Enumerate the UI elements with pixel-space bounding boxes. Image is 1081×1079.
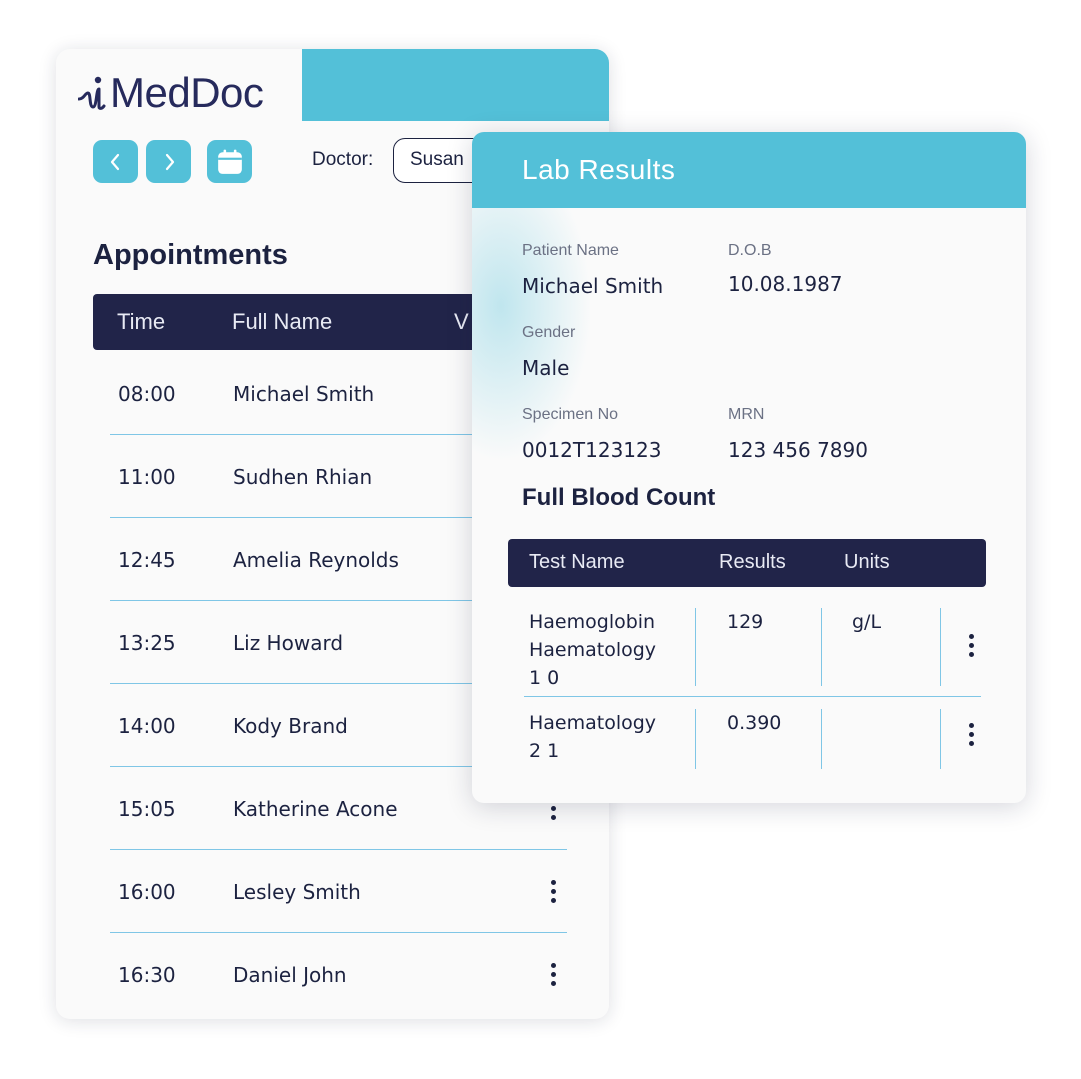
specimen-value: 0012T123123 — [522, 438, 662, 462]
appointment-name: Katherine Acone — [233, 797, 398, 821]
test-name: Haemoglobin Haematology 1 0 — [529, 608, 694, 692]
appointment-name: Kody Brand — [233, 714, 348, 738]
cell-divider — [695, 709, 696, 769]
table-row[interactable]: 16:00 Lesley Smith — [110, 850, 567, 933]
appointment-name: Michael Smith — [233, 382, 375, 406]
table-row[interactable]: 16:30 Daniel John — [110, 933, 567, 1016]
cell-divider — [940, 709, 941, 769]
test-name: Haematology 2 1 — [529, 709, 694, 765]
appointment-time: 16:30 — [118, 963, 176, 987]
row-menu-icon[interactable] — [544, 874, 562, 908]
appointment-time: 15:05 — [118, 797, 176, 821]
chevron-left-icon — [110, 153, 119, 170]
row-menu-icon[interactable] — [544, 957, 562, 991]
appointment-time: 14:00 — [118, 714, 176, 738]
cell-divider — [821, 608, 822, 686]
calendar-icon — [217, 149, 242, 174]
appointment-time: 16:00 — [118, 880, 176, 904]
test-name-line: Haematology — [529, 639, 657, 661]
test-name-line: Haematology — [529, 712, 657, 734]
column-header-visit: V — [454, 309, 469, 334]
appointment-name: Daniel John — [233, 963, 347, 987]
mrn-value: 123 456 7890 — [728, 438, 868, 462]
lab-table-row[interactable]: Haematology 2 1 0.390 — [508, 709, 986, 771]
column-header-test-name: Test Name — [529, 551, 625, 573]
patient-name-label: Patient Name — [522, 242, 619, 259]
header-band — [302, 49, 609, 121]
logo-text: MedDoc — [110, 69, 264, 116]
heartbeat-i-icon — [78, 76, 106, 110]
specimen-label: Specimen No — [522, 406, 619, 423]
appointment-time: 11:00 — [118, 465, 176, 489]
row-menu-icon[interactable] — [962, 628, 980, 662]
test-name-line: 2 1 — [529, 740, 560, 762]
gender-value: Male — [522, 356, 570, 380]
appointment-time: 13:25 — [118, 631, 176, 655]
lab-results-header: Lab Results — [472, 132, 1026, 208]
lab-results-title: Lab Results — [522, 154, 676, 185]
logo: MedDoc — [78, 63, 264, 123]
previous-day-button[interactable] — [93, 140, 138, 183]
dob-label: D.O.B — [728, 242, 772, 259]
doctor-label: Doctor: — [312, 149, 374, 170]
cell-divider — [821, 709, 822, 769]
appointment-time: 08:00 — [118, 382, 176, 406]
appointment-name: Amelia Reynolds — [233, 548, 399, 572]
column-header-full-name: Full Name — [232, 309, 333, 334]
appointment-name: Sudhen Rhian — [233, 465, 373, 489]
lab-table-row[interactable]: Haemoglobin Haematology 1 0 129 g/L — [508, 608, 986, 689]
test-result: 129 — [727, 611, 764, 633]
dob-value: 10.08.1987 — [728, 272, 843, 296]
row-divider — [524, 696, 981, 697]
patient-name-value: Michael Smith — [522, 274, 664, 298]
test-name-line: Haemoglobin — [529, 611, 656, 633]
mrn-label: MRN — [728, 406, 765, 423]
calendar-button[interactable] — [207, 140, 252, 183]
column-header-units: Units — [844, 551, 890, 573]
appointments-title: Appointments — [93, 239, 288, 271]
next-day-button[interactable] — [146, 140, 191, 183]
column-header-results: Results — [719, 551, 786, 573]
test-name-line: 1 0 — [529, 667, 560, 689]
column-header-time: Time — [117, 309, 166, 334]
chevron-right-icon — [165, 153, 174, 170]
test-result: 0.390 — [727, 712, 782, 734]
test-unit: g/L — [852, 611, 882, 633]
appointment-name: Liz Howard — [233, 631, 344, 655]
lab-table-header: Test Name Results Units — [508, 539, 986, 587]
appointment-name: Lesley Smith — [233, 880, 361, 904]
appointment-time: 12:45 — [118, 548, 176, 572]
cell-divider — [695, 608, 696, 686]
lab-results-panel: Lab Results Patient Name Michael Smith D… — [472, 132, 1026, 803]
gender-label: Gender — [522, 324, 576, 341]
section-title: Full Blood Count — [522, 484, 716, 511]
row-menu-icon[interactable] — [962, 717, 980, 751]
cell-divider — [940, 608, 941, 686]
